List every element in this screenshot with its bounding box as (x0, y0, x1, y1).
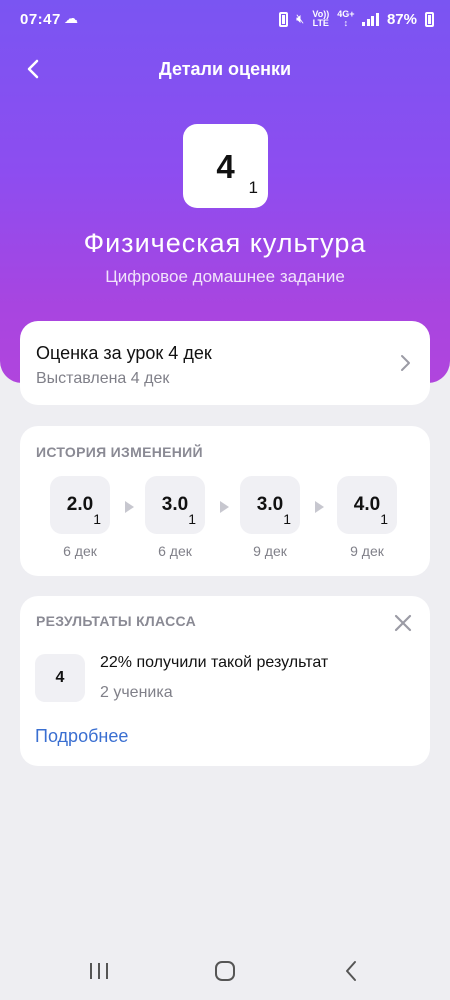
history-value: 2.0 (66, 494, 94, 515)
results-count: 2 ученика (100, 684, 173, 701)
cloud-icon: ☁ (64, 10, 78, 26)
battery-saver-icon (279, 11, 289, 27)
battery-percent: 87% (386, 10, 417, 28)
results-title: РЕЗУЛЬТАТЫ КЛАССА (36, 613, 197, 629)
subject-title: Физическая культура (83, 228, 367, 258)
results-grade: 4 (35, 654, 85, 702)
history-item: 3.0 1 6 дек (145, 476, 205, 559)
grade-badge: 4 1 (183, 124, 268, 208)
grade-weight: 1 (248, 178, 258, 197)
history-date: 9 дек (350, 543, 384, 559)
more-details-link[interactable]: Подробнее (35, 726, 128, 747)
history-grade-box: 3.0 1 (240, 476, 300, 534)
home-icon[interactable] (214, 960, 236, 982)
history-title: ИСТОРИЯ ИЗМЕНЕНИЙ (36, 444, 203, 460)
history-grade-box: 2.0 1 (50, 476, 110, 534)
status-icons: 🔇︎ Vo)) LTE 4G+ ↕ 87% (279, 10, 434, 28)
history-weight: 1 (188, 511, 196, 527)
status-bar: 07:47 ☁ 🔇︎ Vo)) LTE 4G+ ↕ 87% (0, 0, 450, 40)
system-nav-bar (0, 940, 450, 1000)
network-icon: 4G+ ↕ (337, 9, 355, 28)
arrow-right-icon (315, 501, 324, 513)
class-results-card: РЕЗУЛЬТАТЫ КЛАССА 4 22% получили такой р… (20, 596, 430, 766)
lesson-card[interactable]: Оценка за урок 4 дек Выставлена 4 дек (20, 321, 430, 405)
history-weight: 1 (380, 511, 388, 527)
history-value: 3.0 (161, 494, 189, 515)
lesson-subtitle: Выставлена 4 дек (36, 370, 170, 387)
recent-apps-icon[interactable] (88, 962, 110, 980)
chevron-right-icon (401, 355, 410, 371)
history-weight: 1 (283, 511, 291, 527)
history-date: 6 дек (63, 543, 97, 559)
volte-icon: Vo)) LTE (312, 9, 330, 28)
history-grade-box: 4.0 1 (337, 476, 397, 534)
history-date: 9 дек (253, 543, 287, 559)
history-card: ИСТОРИЯ ИЗМЕНЕНИЙ 2.0 1 6 дек 3.0 1 6 де… (20, 426, 430, 576)
arrow-right-icon (125, 501, 134, 513)
signal-icon (362, 12, 379, 26)
history-item: 2.0 1 6 дек (50, 476, 110, 559)
status-time: 07:47 (20, 11, 61, 28)
history-item: 3.0 1 9 дек (240, 476, 300, 559)
history-date: 6 дек (158, 543, 192, 559)
history-value: 3.0 (256, 494, 284, 515)
battery-icon (425, 11, 434, 27)
history-value: 4.0 (353, 494, 381, 515)
page-title: Детали оценки (158, 59, 292, 79)
lesson-title: Оценка за урок 4 дек (36, 343, 212, 363)
mute-icon: 🔇︎ (296, 11, 305, 26)
history-item: 4.0 1 9 дек (337, 476, 397, 559)
screen: 07:47 ☁ 🔇︎ Vo)) LTE 4G+ ↕ 87% Детали оценк… (0, 0, 450, 1000)
close-icon[interactable] (394, 614, 412, 632)
results-percent: 22% получили такой результат (100, 654, 329, 671)
history-weight: 1 (93, 511, 101, 527)
work-type: Цифровое домашнее задание (105, 267, 345, 286)
history-grade-box: 3.0 1 (145, 476, 205, 534)
nav-back-icon[interactable] (344, 960, 358, 982)
arrow-right-icon (220, 501, 229, 513)
